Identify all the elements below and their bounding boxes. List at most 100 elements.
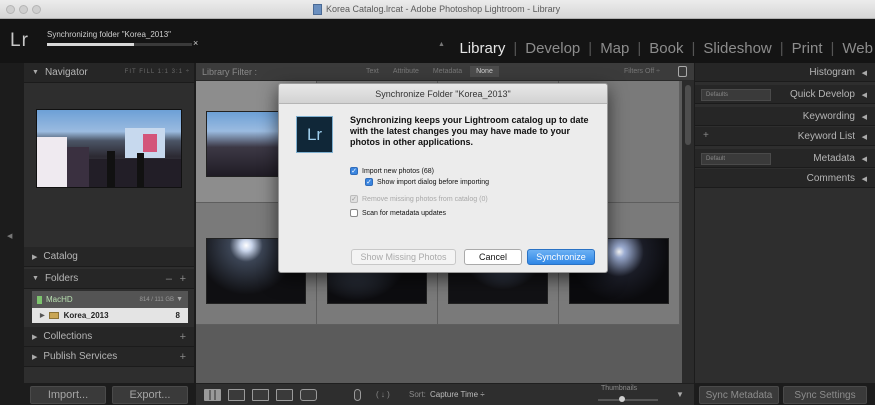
sort-dropdown[interactable]: Capture Time ÷: [430, 390, 485, 399]
keywording-header[interactable]: Keywording ◀: [695, 107, 875, 126]
cancel-button[interactable]: Cancel: [464, 249, 522, 265]
synchronize-folder-dialog: Synchronize Folder "Korea_2013" Lr Synch…: [278, 83, 608, 273]
filter-tab-metadata[interactable]: Metadata: [427, 66, 468, 77]
survey-view-icon[interactable]: [276, 389, 293, 401]
show-import-dialog-option[interactable]: ✓ Show import dialog before importing: [365, 178, 489, 186]
add-keyword-icon[interactable]: +: [703, 130, 709, 141]
grid-scrollbar[interactable]: [682, 81, 694, 383]
import-button[interactable]: Import...: [30, 386, 106, 404]
grid-view-icon[interactable]: [204, 389, 221, 401]
filter-tabs: Text Attribute Metadata None: [360, 66, 499, 77]
compare-view-icon[interactable]: [252, 389, 269, 401]
navigator-zoom-options[interactable]: FIT FILL 1:1 3:1 ÷: [125, 69, 190, 75]
sort-direction-icon[interactable]: ( ↓ ): [376, 390, 390, 399]
expanded-triangle-icon: ▼: [32, 69, 39, 76]
grid-empty-area: [196, 327, 682, 383]
collapsed-triangle-icon: ▶: [32, 353, 38, 361]
toolbar-options-icon[interactable]: ▼: [676, 390, 684, 399]
remove-missing-option: ✓ Remove missing photos from catalog (0): [350, 195, 488, 203]
lightroom-logo: Lr: [10, 30, 29, 51]
lock-icon[interactable]: [678, 66, 687, 77]
volume-expand-icon[interactable]: ▼: [176, 296, 183, 303]
comments-header[interactable]: Comments ◀: [695, 169, 875, 188]
scan-metadata-checkbox[interactable]: [350, 209, 358, 217]
import-new-photos-checkbox[interactable]: ✓: [350, 167, 358, 175]
module-map[interactable]: Map: [592, 40, 637, 57]
thumbnail-size-slider[interactable]: [598, 396, 658, 402]
module-book[interactable]: Book: [641, 40, 691, 57]
export-button[interactable]: Export...: [112, 386, 188, 404]
add-collection-icon[interactable]: +: [180, 331, 186, 343]
scan-metadata-option[interactable]: Scan for metadata updates: [350, 209, 446, 217]
expanded-triangle-icon: ▼: [32, 275, 39, 282]
grid-scrollbar-thumb[interactable]: [685, 85, 691, 145]
library-filter-label: Library Filter :: [202, 67, 258, 77]
navigator-header[interactable]: ▼ Navigator FIT FILL 1:1 3:1 ÷: [24, 63, 194, 83]
add-publish-service-icon[interactable]: +: [180, 351, 186, 363]
dialog-title: Synchronize Folder "Korea_2013": [279, 84, 607, 104]
metadata-header[interactable]: Default Metadata ◀: [695, 149, 875, 168]
keyword-list-header[interactable]: + Keyword List ◀: [695, 127, 875, 146]
loupe-view-icon[interactable]: [228, 389, 245, 401]
thumbnail-size-knob[interactable]: [619, 396, 625, 402]
sync-progress-fill: [47, 43, 134, 46]
catalog-title: Catalog: [43, 251, 78, 262]
minimize-window-button[interactable]: [19, 5, 28, 14]
volume-row[interactable]: MacHD 814 / 111 GB ▼: [32, 291, 188, 308]
metadata-title: Metadata: [813, 153, 855, 164]
collapsed-triangle-icon: ◀: [861, 156, 867, 163]
add-folder-icon[interactable]: +: [180, 273, 186, 285]
painter-icon[interactable]: [354, 389, 361, 401]
collapse-top-panel-icon[interactable]: ▲: [438, 41, 445, 48]
dialog-message: Synchronizing keeps your Lightroom catal…: [350, 115, 589, 147]
import-new-photos-option[interactable]: ✓ Import new photos (68): [350, 167, 434, 175]
filter-tab-attribute[interactable]: Attribute: [387, 66, 425, 77]
module-library[interactable]: Library: [451, 40, 513, 57]
scan-metadata-label: Scan for metadata updates: [362, 209, 447, 217]
quick-develop-header[interactable]: Defaults Quick Develop ◀: [695, 85, 875, 104]
sync-metadata-button[interactable]: Sync Metadata: [699, 386, 779, 404]
metadata-preset-select[interactable]: Default: [701, 153, 771, 165]
filter-tab-none[interactable]: None: [470, 66, 499, 77]
lightroom-app-icon: Lr: [296, 116, 333, 153]
publish-services-title: Publish Services: [43, 351, 118, 362]
collapsed-triangle-icon: ◀: [861, 92, 867, 99]
folder-row-korea[interactable]: ▶ Korea_2013 8: [32, 308, 188, 323]
people-view-icon[interactable]: [300, 389, 317, 401]
sync-status-text: Synchronizing folder "Korea_2013": [47, 30, 171, 39]
import-new-photos-label: Import new photos (68): [362, 167, 434, 175]
cancel-sync-icon[interactable]: ×: [193, 38, 198, 48]
sync-settings-button[interactable]: Sync Settings: [783, 386, 867, 404]
collapse-left-panel-icon[interactable]: ◀: [7, 232, 12, 240]
publish-services-header[interactable]: ▶ Publish Services +: [24, 347, 194, 367]
navigator-preview[interactable]: [36, 109, 182, 188]
collections-header[interactable]: ▶ Collections +: [24, 327, 194, 347]
zoom-window-button[interactable]: [32, 5, 41, 14]
remove-folder-icon[interactable]: –: [166, 273, 172, 285]
folders-title: Folders: [44, 273, 79, 284]
catalog-header[interactable]: ▶ Catalog: [24, 247, 194, 267]
title-bar: Korea Catalog.lrcat - Adobe Photoshop Li…: [0, 0, 875, 19]
close-window-button[interactable]: [6, 5, 15, 14]
synchronize-button[interactable]: Synchronize: [527, 249, 595, 265]
folders-header[interactable]: ▼ Folders – +: [24, 269, 194, 289]
module-web[interactable]: Web: [834, 40, 875, 57]
histogram-header[interactable]: Histogram ◀: [695, 63, 875, 82]
show-import-dialog-label: Show import dialog before importing: [377, 178, 490, 186]
collapsed-triangle-icon: ▶: [32, 333, 38, 341]
module-print[interactable]: Print: [784, 40, 831, 57]
comments-title: Comments: [806, 173, 855, 184]
show-import-dialog-checkbox[interactable]: ✓: [365, 178, 373, 186]
filter-presets-dropdown[interactable]: Filters Off ÷: [624, 68, 660, 75]
volume-size: 814 / 111 GB: [139, 296, 174, 303]
collapsed-triangle-icon: ◀: [861, 70, 867, 77]
filter-tab-text[interactable]: Text: [360, 66, 385, 77]
collapsed-triangle-icon: ◀: [861, 134, 867, 141]
collapsed-triangle-icon: ◀: [861, 176, 867, 183]
quick-develop-preset-select[interactable]: Defaults: [701, 89, 771, 101]
thumbnails-label: Thumbnails: [601, 385, 638, 392]
module-develop[interactable]: Develop: [517, 40, 588, 57]
library-toolbar: ( ↓ ) Sort: Capture Time ÷ Thumbnails ▼: [196, 383, 694, 405]
module-slideshow[interactable]: Slideshow: [695, 40, 779, 57]
folder-expand-icon[interactable]: ▶: [40, 312, 45, 319]
